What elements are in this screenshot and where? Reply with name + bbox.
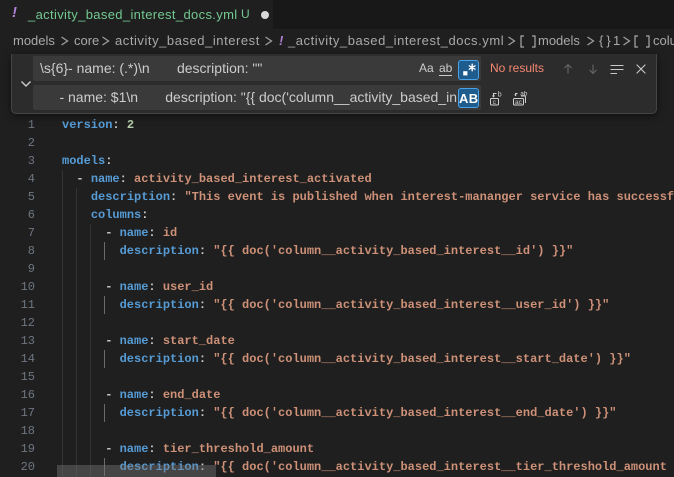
svg-text:ab: ab xyxy=(520,90,528,97)
svg-text:b: b xyxy=(498,91,502,98)
svg-text:ac: ac xyxy=(515,99,523,106)
